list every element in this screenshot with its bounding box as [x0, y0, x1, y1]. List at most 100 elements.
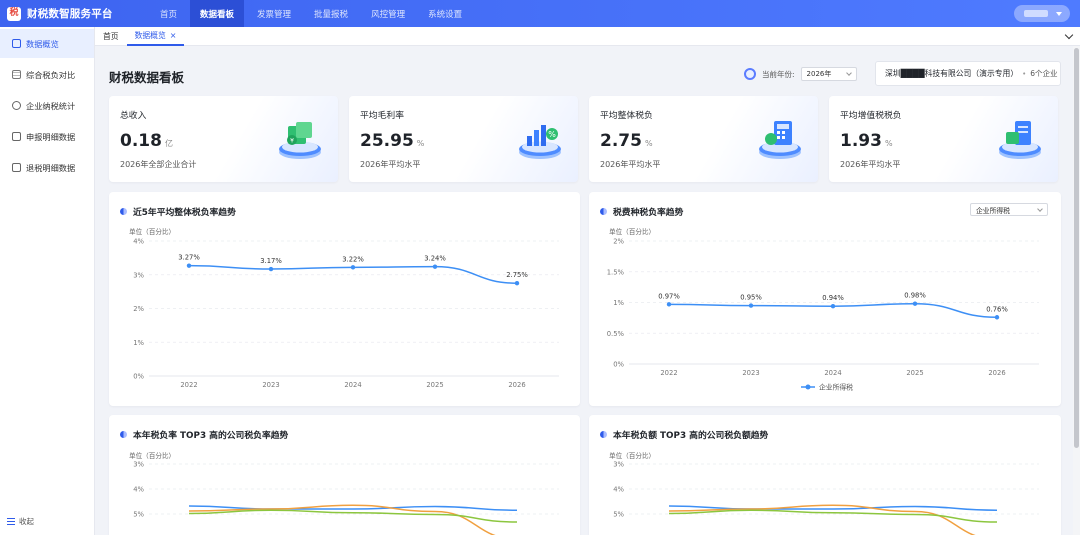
sidebar-item-label: 综合税负对比 — [26, 69, 76, 80]
stat-subtitle: 2026年平均水平 — [840, 160, 901, 169]
user-menu-button[interactable] — [1014, 5, 1070, 22]
sidebar-item-refund-detail[interactable]: 退税明细数据 — [0, 153, 94, 182]
data-point — [994, 315, 1000, 320]
panel-tax-type-trend: 税费种税负率趋势 企业所得税 单位（百分比） 0% 0.5% 1% 1.5% 2% 202… — [589, 192, 1061, 406]
stat-subtitle: 2026年平均水平 — [600, 160, 661, 169]
tab-label: 首页 — [103, 31, 119, 41]
x-tick-label: 2024 — [824, 369, 841, 377]
stat-subtitle: 2026年全部企业合计 — [120, 160, 197, 169]
x-tick-label: 2025 — [906, 369, 923, 377]
username-redacted — [1024, 10, 1048, 17]
logo-glyph: 税 — [9, 8, 19, 18]
sidebar-collapse-button[interactable]: 收起 — [7, 516, 34, 527]
y-tick-label: 1% — [613, 299, 624, 307]
stat-value: 25.95 — [360, 131, 414, 151]
y-tick-label: 2% — [613, 238, 624, 246]
sidebar-item-label: 申报明细数据 — [26, 131, 76, 142]
data-label: 3.27% — [178, 254, 200, 262]
app-title: 财税数智服务平台 — [27, 8, 113, 20]
topnav-item-settings[interactable]: 系统设置 — [418, 0, 472, 27]
sidebar-item-enterprise-stats[interactable]: 企业纳税统计 — [0, 91, 94, 120]
legend-marker — [805, 384, 811, 390]
y-tick-label: 5% — [613, 511, 624, 519]
data-label: 0.95% — [740, 294, 762, 302]
svg-text:¥: ¥ — [290, 138, 294, 145]
stat-unit: 亿 — [164, 139, 173, 148]
topnav-item-risk[interactable]: 风控管理 — [361, 0, 415, 27]
money-stack-icon: ¥ — [279, 122, 321, 159]
sidebar-item-declaration-detail[interactable]: 申报明细数据 — [0, 122, 94, 151]
grid-icon — [12, 70, 21, 79]
x-tick-label: 2026 — [508, 381, 525, 389]
bar-chart-percent-icon: % — [519, 125, 561, 159]
year-filter: 当前年份: 2026年 — [744, 67, 857, 81]
y-tick-label: 4% — [133, 238, 144, 246]
year-select[interactable]: 2026年 — [800, 67, 857, 81]
vertical-scrollbar[interactable] — [1073, 46, 1080, 535]
chevron-down-icon — [845, 70, 852, 76]
x-tick-label: 2022 — [180, 381, 197, 389]
calendar-icon — [744, 68, 756, 80]
tax-calculator-icon — [759, 121, 801, 159]
y-tick-label: 0% — [133, 373, 144, 381]
topnav-item-invoice[interactable]: 发票管理 — [247, 0, 301, 27]
company-name: 深圳████科技有限公司（演示专用） — [885, 69, 1019, 78]
chart-tax-type-trend: 0% 0.5% 1% 1.5% 2% 2022 2023 2024 2025 2026 0.97% 0… — [607, 238, 1039, 392]
top-bar: 税 财税数智服务平台 首页 数据看板 发票管理 批量报税 风控管理 系统设置 — [0, 0, 1080, 27]
tab-strip: 首页 数据概览 × — [95, 27, 1080, 46]
y-tick-label: 1% — [133, 339, 144, 347]
app-logo-icon: 税 — [7, 6, 21, 21]
panel-top3-rate: 本年税负率 TOP3 高的公司税负率趋势 单位（百分比） 3% 4% 5% — [109, 415, 580, 535]
stat-value-row: 25.95 % — [360, 131, 424, 151]
year-select-value: 2026年 — [806, 70, 832, 78]
stat-value-row: 1.93 % — [840, 131, 893, 151]
x-tick-label: 2025 — [426, 381, 443, 389]
x-tick-label: 2023 — [262, 381, 279, 389]
y-tick-label: 4% — [133, 486, 144, 494]
sidebar-item-label: 退税明细数据 — [26, 162, 76, 173]
document-icon — [12, 132, 21, 141]
data-point — [830, 303, 836, 309]
stat-value: 1.93 — [840, 131, 882, 151]
topnav-item-batch-tax[interactable]: 批量报税 — [304, 0, 358, 27]
stat-card-vat-burden: 平均增值税税负 1.93 % 2026年平均水平 — [829, 96, 1058, 182]
close-icon[interactable]: × — [170, 31, 177, 40]
chevron-down-icon[interactable] — [1064, 30, 1074, 40]
data-label: 0.94% — [822, 294, 844, 302]
monitor-icon — [12, 39, 21, 48]
legend-label: 企业所得税 — [819, 383, 853, 392]
stat-card-gross-margin: 平均毛利率 25.95 % 2026年平均水平 % — [349, 96, 578, 182]
panel-top3-amount: 本年税负额 TOP3 高的公司税负额趋势 单位（百分比） 3% 4% 5% — [589, 415, 1061, 535]
chart-top3-rate: 3% 4% 5% — [133, 461, 559, 535]
scrollbar-thumb[interactable] — [1074, 48, 1079, 448]
stat-subtitle: 2026年平均水平 — [360, 160, 421, 169]
collapse-label: 收起 — [19, 517, 34, 526]
top-nav: 首页 数据看板 发票管理 批量报税 风控管理 系统设置 — [150, 0, 475, 27]
tab-overview[interactable]: 数据概览 × — [126, 27, 185, 46]
sidebar-item-overview[interactable]: 数据概览 — [0, 29, 94, 58]
stat-value: 2.75 — [600, 131, 642, 151]
y-tick-label: 4% — [613, 486, 624, 494]
chevron-down-icon — [1056, 11, 1062, 16]
topnav-item-dashboard[interactable]: 数据看板 — [190, 0, 245, 27]
chart-5yr-tax-trend: 0% 1% 2% 3% 4% 2022 2023 2024 2025 2026 3.27% 3.17%… — [133, 238, 559, 389]
stat-card-overall-tax-burden: 平均整体税负 2.75 % 2026年平均水平 — [589, 96, 818, 182]
sidebar-item-tax-compare[interactable]: 综合税负对比 — [0, 60, 94, 89]
company-count: 6个企业 — [1030, 69, 1058, 78]
pie-icon — [12, 101, 21, 110]
document-icon — [12, 163, 21, 172]
topnav-item-home[interactable]: 首页 — [150, 0, 187, 27]
vat-document-icon — [999, 121, 1041, 159]
stat-value-row: 0.18 亿 — [120, 131, 173, 151]
y-tick-label: 3% — [613, 461, 624, 469]
x-tick-label: 2022 — [660, 369, 677, 377]
y-tick-label: 5% — [133, 511, 144, 519]
x-tick-label: 2023 — [742, 369, 759, 377]
tab-home[interactable]: 首页 — [95, 27, 127, 46]
brand[interactable]: 税 财税数智服务平台 — [0, 6, 150, 21]
data-label: 3.22% — [342, 255, 364, 263]
company-selector[interactable]: 深圳████科技有限公司（演示专用） • 6个企业 — [875, 61, 1061, 86]
data-label: 0.97% — [658, 292, 680, 300]
svg-text:%: % — [548, 130, 556, 139]
panel-5yr-tax-trend: 近5年平均整体税负率趋势 单位（百分比） 0% 1% 2% 3% 4% 2022 2023 2… — [109, 192, 580, 406]
